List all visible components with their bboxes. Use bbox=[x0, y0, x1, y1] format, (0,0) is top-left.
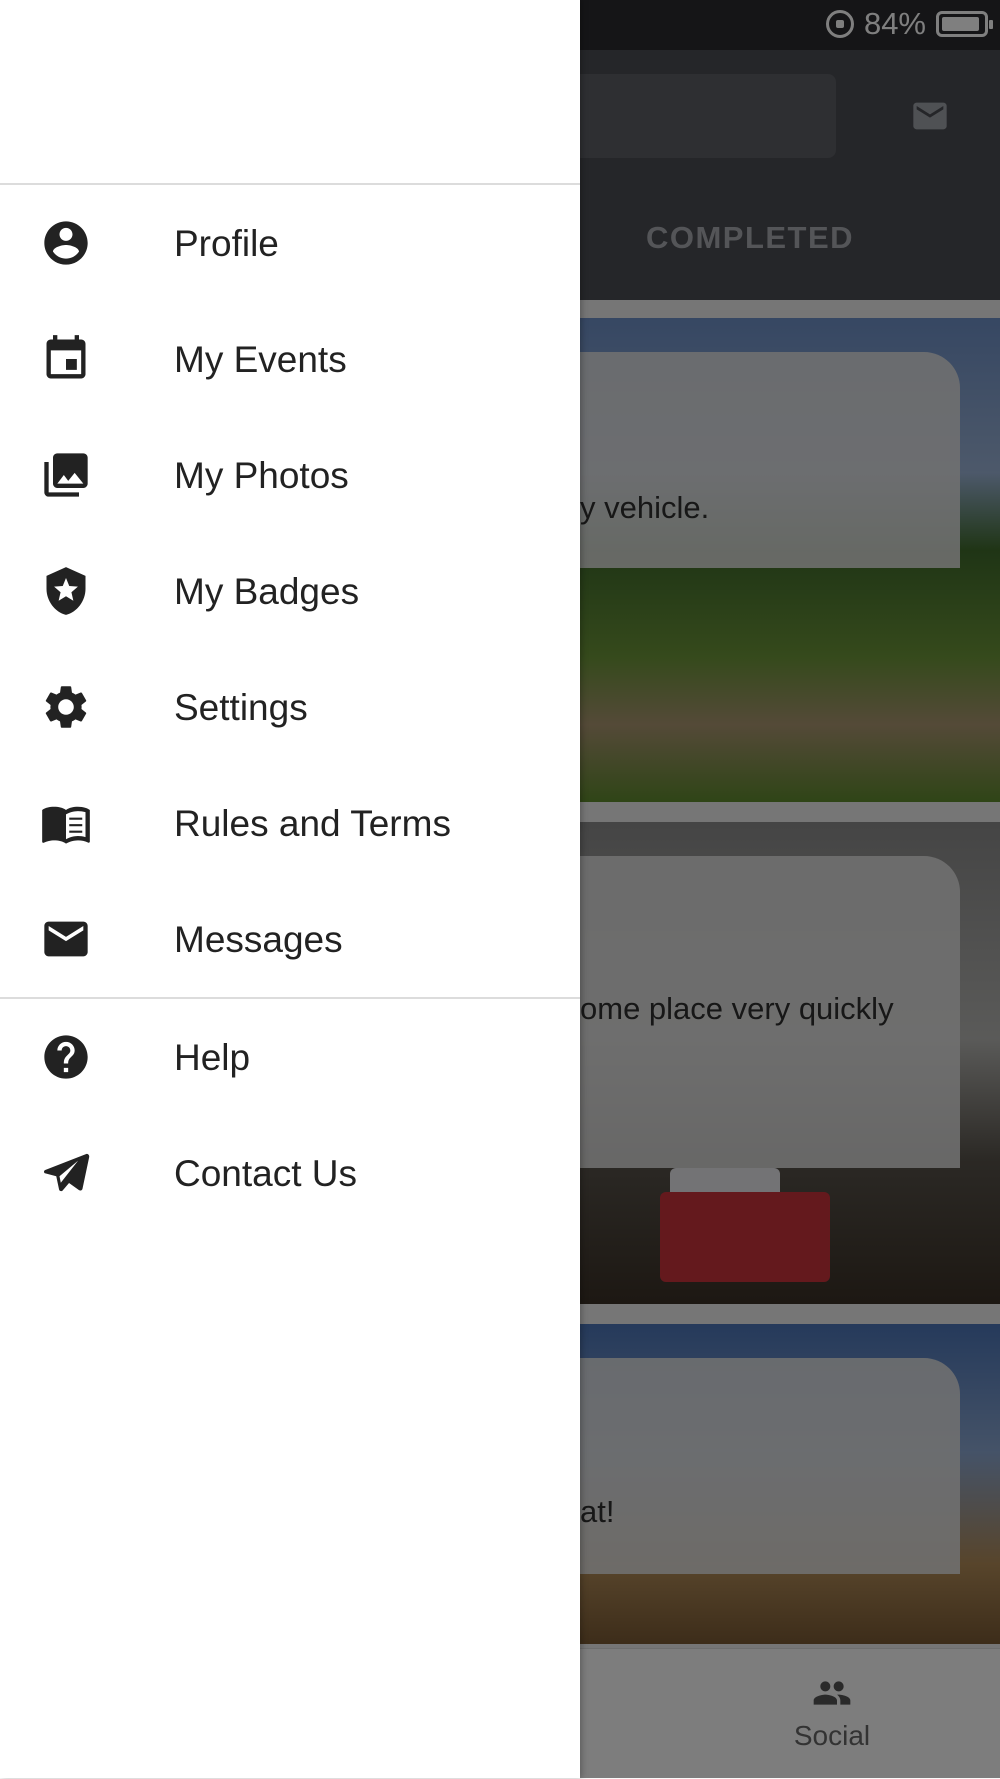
book-open-icon bbox=[40, 797, 92, 849]
help-circle-icon bbox=[40, 1031, 92, 1083]
drawer-item-label: Contact Us bbox=[174, 1153, 358, 1194]
drawer-item-my-events[interactable]: My Events bbox=[0, 301, 580, 417]
drawer-item-my-badges[interactable]: My Badges bbox=[0, 533, 580, 649]
shield-star-icon bbox=[40, 565, 92, 617]
drawer-primary-group: Profile My Events My Photos My Badges Se bbox=[0, 185, 580, 997]
drawer-item-settings[interactable]: Settings bbox=[0, 649, 580, 765]
drawer-item-label: Settings bbox=[174, 687, 308, 728]
drawer-item-profile[interactable]: Profile bbox=[0, 185, 580, 301]
drawer-item-label: Profile bbox=[174, 223, 279, 264]
photo-library-icon bbox=[40, 449, 92, 501]
drawer-header bbox=[0, 0, 580, 185]
account-circle-icon bbox=[40, 217, 92, 269]
drawer-item-my-photos[interactable]: My Photos bbox=[0, 417, 580, 533]
calendar-event-icon bbox=[40, 333, 92, 385]
drawer-item-label: My Badges bbox=[174, 571, 360, 612]
drawer-item-contact-us[interactable]: Contact Us bbox=[0, 1115, 580, 1231]
drawer-item-label: Rules and Terms bbox=[174, 803, 451, 844]
gear-icon bbox=[40, 681, 92, 733]
drawer-item-rules-and-terms[interactable]: Rules and Terms bbox=[0, 765, 580, 881]
drawer-item-label: My Events bbox=[174, 339, 347, 380]
mail-icon bbox=[40, 913, 92, 965]
navigation-drawer: Profile My Events My Photos My Badges Se bbox=[0, 0, 580, 1778]
drawer-item-label: My Photos bbox=[174, 455, 349, 496]
drawer-item-label: Messages bbox=[174, 919, 343, 960]
drawer-secondary-group: Help Contact Us bbox=[0, 999, 580, 1231]
drawer-item-label: Help bbox=[174, 1037, 251, 1078]
drawer-item-help[interactable]: Help bbox=[0, 999, 580, 1115]
drawer-item-messages[interactable]: Messages bbox=[0, 881, 580, 997]
send-icon bbox=[40, 1147, 92, 1199]
